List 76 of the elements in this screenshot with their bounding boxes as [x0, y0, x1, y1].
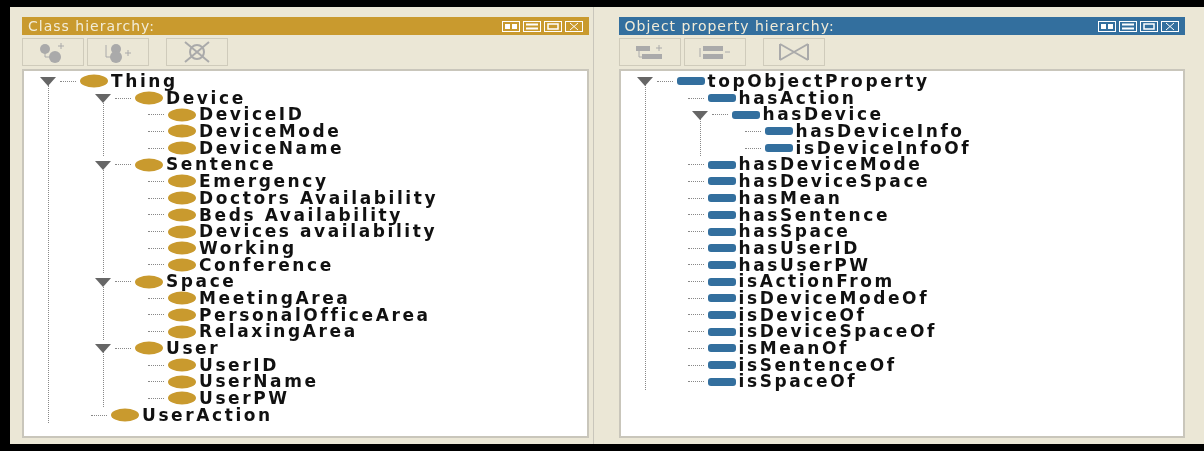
split-horizontal-icon[interactable] — [1119, 20, 1137, 32]
class-dot-icon — [167, 257, 197, 272]
tree-item[interactable]: DeviceMode — [199, 123, 342, 140]
tree-item[interactable]: Working — [199, 239, 297, 257]
panel-title: Object property hierarchy: — [624, 16, 835, 36]
tree-item[interactable]: hasDeviceMode — [738, 156, 923, 174]
class-dot-icon — [167, 174, 197, 189]
class-dot-icon — [167, 358, 197, 373]
close-icon[interactable] — [564, 20, 583, 32]
tree-item[interactable]: hasUserID — [738, 239, 860, 257]
tree-item[interactable]: hasAction — [738, 89, 857, 107]
tree-item[interactable]: hasSpace — [738, 223, 851, 240]
class-dot-icon — [167, 324, 197, 339]
class-dot-icon — [134, 274, 164, 289]
tree-item[interactable]: PersonalOfficeArea — [199, 306, 431, 324]
tree-item[interactable]: Space — [166, 273, 237, 290]
tree-item[interactable]: User — [166, 340, 221, 357]
split-horizontal-icon[interactable] — [522, 20, 541, 32]
tree-item[interactable]: RelaxingArea — [199, 323, 358, 340]
tree-item[interactable]: isDeviceSpaceOf — [738, 323, 937, 340]
tree-item[interactable]: isDeviceModeOf — [738, 289, 930, 307]
tree-item[interactable]: hasSentence — [738, 206, 891, 224]
collapse-arrow-icon[interactable] — [94, 93, 112, 104]
tree-item[interactable]: Conference — [199, 256, 334, 274]
class-dot-icon — [167, 307, 197, 322]
collapse-arrow-icon[interactable] — [94, 159, 112, 170]
tree-item[interactable]: isDeviceOf — [738, 306, 867, 324]
class-dot-icon — [134, 91, 164, 106]
split-icon[interactable] — [1098, 20, 1116, 32]
tree-item[interactable]: Emergency — [199, 173, 329, 190]
tree-item[interactable]: isMeanOf — [738, 340, 850, 357]
tree-item[interactable]: UserName — [199, 373, 319, 391]
class-dot-icon — [167, 224, 197, 239]
tree-item[interactable]: topObjectProperty — [707, 73, 930, 90]
class-dot-icon — [167, 374, 197, 389]
collapse-arrow-icon[interactable] — [635, 76, 654, 87]
tree-item[interactable]: isActionFrom — [738, 273, 895, 290]
tree-item[interactable]: UserID — [199, 356, 279, 374]
split-icon[interactable] — [501, 20, 520, 32]
class-dot-icon — [167, 191, 197, 206]
tree-item[interactable]: isSpaceOf — [738, 373, 858, 391]
tree-item[interactable]: hasDeviceInfo — [795, 123, 965, 140]
maximize-icon[interactable] — [543, 20, 562, 32]
class-dot-icon — [134, 157, 164, 172]
collapse-arrow-icon[interactable] — [39, 76, 57, 87]
tree-item[interactable]: hasDevice — [762, 106, 884, 124]
close-icon[interactable] — [1161, 20, 1179, 32]
tree-item[interactable]: DeviceID — [199, 106, 305, 124]
tree-item[interactable]: MeetingArea — [199, 289, 351, 307]
tree-item[interactable]: isSentenceOf — [738, 356, 897, 374]
collapse-arrow-icon[interactable] — [94, 343, 112, 354]
tree-item[interactable]: Sentence — [166, 156, 277, 174]
class-dot-icon — [110, 408, 140, 423]
class-dot-icon — [167, 291, 197, 306]
tree-item[interactable]: hasUserPW — [738, 256, 871, 274]
collapse-arrow-icon[interactable] — [690, 109, 709, 120]
class-dot-icon — [167, 207, 197, 222]
class-dot-icon — [79, 74, 109, 89]
tree-item[interactable]: Devices availability — [199, 223, 438, 240]
tree-item[interactable]: hasMean — [738, 189, 843, 207]
collapse-arrow-icon[interactable] — [94, 276, 112, 287]
panel-title: Class hierarchy: — [28, 16, 155, 36]
class-dot-icon — [167, 124, 197, 139]
class-dot-icon — [167, 391, 197, 406]
tree-item[interactable]: UserAction — [142, 406, 273, 424]
tree-item[interactable]: DeviceName — [199, 139, 345, 157]
class-dot-icon — [134, 341, 164, 356]
tree-item[interactable]: UserPW — [199, 390, 290, 407]
class-dot-icon — [167, 107, 197, 122]
maximize-icon[interactable] — [1140, 20, 1158, 32]
tree-item[interactable]: hasDeviceSpace — [738, 173, 931, 190]
class-dot-icon — [167, 141, 197, 156]
tree-item[interactable]: Beds Availability — [199, 206, 403, 224]
class-dot-icon — [167, 241, 197, 256]
tree-item[interactable]: Thing — [111, 73, 178, 90]
tree-item[interactable]: isDeviceInfoOf — [795, 139, 972, 157]
